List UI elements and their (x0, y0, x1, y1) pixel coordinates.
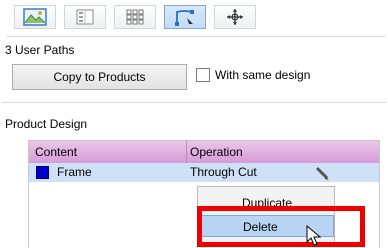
operation-cell: Through Cut (190, 165, 257, 179)
path-node-icon (175, 10, 194, 26)
path-node-button[interactable] (164, 5, 206, 29)
crosshair-icon (227, 9, 243, 25)
grid-button[interactable] (114, 5, 156, 29)
callout-highlight (197, 206, 365, 247)
edit-pencil-icon[interactable] (314, 165, 330, 181)
color-swatch (36, 166, 49, 179)
content-cell: Frame (57, 165, 92, 179)
same-design-option[interactable]: With same design (196, 68, 310, 82)
design-panel: 3 User Paths Copy to Products With same … (0, 0, 388, 248)
table-row[interactable]: Frame Through Cut (29, 163, 379, 182)
table-header: Content Operation (29, 141, 379, 163)
panel-layout-button[interactable] (64, 5, 106, 29)
copy-to-products-button[interactable]: Copy to Products (12, 64, 187, 90)
column-header-operation[interactable]: Operation (190, 145, 243, 159)
toolbar (6, 2, 386, 37)
image-edit-button[interactable] (14, 5, 56, 29)
user-paths-title: 3 User Paths (5, 43, 75, 57)
copy-button-label: Copy to Products (53, 70, 146, 84)
column-divider (186, 141, 187, 163)
product-design-title: Product Design (5, 117, 88, 131)
section-divider (2, 102, 386, 103)
crosshair-button[interactable] (214, 5, 256, 29)
same-design-label: With same design (215, 68, 311, 82)
panel-layout-icon (76, 9, 94, 25)
image-edit-icon (23, 8, 47, 26)
mouse-cursor-icon (306, 225, 322, 246)
column-header-content[interactable]: Content (35, 145, 77, 159)
same-design-checkbox[interactable] (196, 68, 210, 82)
grid-icon (126, 9, 144, 25)
